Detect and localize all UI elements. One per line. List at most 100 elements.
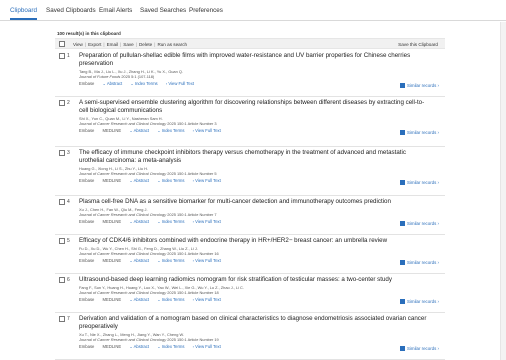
result-checkbox[interactable] — [59, 316, 65, 322]
result-number: 1 — [67, 53, 70, 59]
abstract-toggle[interactable]: ⌄ Abstract — [129, 344, 149, 349]
chevron-down-icon: ⌄ — [157, 219, 161, 225]
medline-tag: MEDLINE — [102, 128, 122, 134]
journal-citation: 2025 150:1 Article Number 7 — [166, 211, 217, 217]
view-full-text-link[interactable]: › View Full Text — [193, 297, 221, 302]
result-journal: Journal of Cancer Research and Clinical … — [79, 171, 217, 176]
result-checkbox[interactable] — [59, 277, 65, 283]
result-links: Embase MEDLINE ⌄ Abstract ⌄ Index Terms … — [79, 344, 228, 349]
view-full-text-link[interactable]: › View Full Text — [193, 219, 221, 224]
clipboard-toolbar: View | Export | Email | Save | Delete | Run as sea… — [55, 38, 445, 49]
embase-tag: Embase — [79, 297, 95, 303]
chevron-right-icon: › — [192, 258, 194, 264]
view-full-text-link[interactable]: › View Full Text — [193, 128, 221, 133]
result-item: 3 The efficacy of immune checkpoint inhi… — [55, 147, 445, 196]
journal-name[interactable]: Journal of Cancer Research and Clinical … — [79, 121, 166, 126]
similar-records-link[interactable]: Similar records › — [400, 299, 439, 304]
journal-name[interactable]: Journal of Cancer Research and Clinical … — [79, 251, 166, 256]
abstract-toggle[interactable]: ⌄ Abstract — [103, 81, 123, 86]
result-journal: Journal of Cancer Research and Clinical … — [79, 251, 219, 256]
journal-name[interactable]: Journal of Cancer Research and Clinical … — [79, 337, 166, 342]
delete-button[interactable]: Delete — [139, 42, 152, 47]
similar-records-link[interactable]: Similar records › — [400, 260, 439, 265]
journal-name[interactable]: Journal of Future Foods — [79, 74, 120, 79]
result-journal: Journal of Cancer Research and Clinical … — [79, 121, 217, 126]
journal-citation: 2025 150:1 Article Number 5 — [166, 170, 217, 176]
result-checkbox[interactable] — [59, 199, 65, 205]
index-terms-toggle[interactable]: ⌄ Index Terms — [157, 344, 184, 349]
similar-records-icon — [400, 130, 406, 136]
index-terms-toggle[interactable]: ⌄ Index Terms — [157, 297, 184, 302]
result-title[interactable]: Preparation of pullulan-shellac edible f… — [79, 52, 429, 68]
similar-records-link[interactable]: Similar records › — [400, 221, 439, 226]
similar-records-icon — [400, 221, 406, 227]
similar-records-link[interactable]: Similar records › — [400, 346, 439, 351]
chevron-right-icon: › — [437, 180, 439, 186]
journal-name[interactable]: Journal of Cancer Research and Clinical … — [79, 290, 166, 295]
abstract-toggle[interactable]: ⌄ Abstract — [129, 128, 149, 133]
result-checkbox[interactable] — [59, 100, 65, 106]
abstract-toggle[interactable]: ⌄ Abstract — [129, 297, 149, 302]
embase-tag: Embase — [79, 128, 95, 134]
view-full-text-link[interactable]: › View Full Text — [193, 258, 221, 263]
chevron-down-icon: ⌄ — [129, 344, 133, 350]
result-title[interactable]: Plasma cell-free DNA as a sensitive biom… — [79, 198, 429, 206]
tab-clipboard[interactable]: Clipboard — [10, 7, 37, 14]
results-count: 100 result(s) in this clipboard — [57, 31, 121, 36]
tab-preferences[interactable]: Preferences — [189, 7, 223, 14]
result-number: 2 — [67, 100, 70, 106]
save-button[interactable]: Save — [123, 42, 133, 47]
similar-records-icon — [400, 83, 406, 89]
similar-records-link[interactable]: Similar records › — [400, 180, 439, 185]
similar-records-icon — [400, 180, 406, 186]
index-terms-toggle[interactable]: ⌄ Index Terms — [157, 219, 184, 224]
export-button[interactable]: Export — [88, 42, 101, 47]
chevron-down-icon: ⌄ — [129, 219, 133, 225]
index-terms-toggle[interactable]: ⌄ Index Terms — [130, 81, 157, 86]
view-full-text-link[interactable]: › View Full Text — [193, 344, 221, 349]
result-title[interactable]: The efficacy of immune checkpoint inhibi… — [79, 149, 429, 165]
abstract-toggle[interactable]: ⌄ Abstract — [129, 219, 149, 224]
tab-email-alerts[interactable]: Email Alerts — [99, 7, 132, 14]
save-clipboard-button[interactable]: Save this Clipboard — [398, 42, 438, 47]
result-item: 4 Plasma cell-free DNA as a sensitive bi… — [55, 196, 445, 235]
similar-records-link[interactable]: Similar records › — [400, 83, 439, 88]
run-as-search-button[interactable]: Run as search — [157, 42, 187, 47]
result-checkbox[interactable] — [59, 150, 65, 156]
abstract-toggle[interactable]: ⌄ Abstract — [129, 258, 149, 263]
result-number: 7 — [67, 316, 70, 322]
index-terms-toggle[interactable]: ⌄ Index Terms — [157, 258, 184, 263]
embase-tag: Embase — [79, 258, 95, 264]
journal-name[interactable]: Journal of Cancer Research and Clinical … — [79, 171, 166, 176]
result-links: Embase MEDLINE ⌄ Abstract ⌄ Index Terms … — [79, 258, 228, 263]
view-button[interactable]: View — [73, 42, 83, 47]
similar-records-link[interactable]: Similar records › — [400, 130, 439, 135]
journal-name[interactable]: Journal of Cancer Research and Clinical … — [79, 212, 166, 217]
scrollbar[interactable] — [500, 22, 506, 360]
index-terms-toggle[interactable]: ⌄ Index Terms — [157, 128, 184, 133]
result-title[interactable]: Ultrasound-based deep learning radiomics… — [79, 276, 429, 284]
journal-citation: 2025 150:1 Article Number 18 — [166, 289, 219, 295]
journal-citation: 2025 150:1 Article Number 19 — [166, 336, 219, 342]
result-title[interactable]: Efficacy of CDK4/6 inhibitors combined w… — [79, 237, 429, 245]
result-title[interactable]: A semi-supervised ensemble clustering al… — [79, 99, 429, 115]
select-all-checkbox[interactable] — [59, 41, 65, 47]
journal-citation: 2025 150:1 Article Number 3 — [166, 120, 217, 126]
email-button[interactable]: Email — [107, 42, 119, 47]
result-checkbox[interactable] — [59, 238, 65, 244]
tab-bar: Clipboard Saved Clipboards Email Alerts … — [0, 0, 506, 21]
tab-saved-searches[interactable]: Saved Searches — [140, 7, 186, 14]
chevron-down-icon: ⌄ — [102, 81, 106, 87]
embase-tag: Embase — [79, 344, 95, 350]
chevron-right-icon: › — [437, 299, 439, 305]
result-checkbox[interactable] — [59, 53, 65, 59]
result-item: 5 Efficacy of CDK4/6 inhibitors combined… — [55, 235, 445, 274]
view-full-text-link[interactable]: › View Full Text — [166, 81, 194, 86]
index-terms-toggle[interactable]: ⌄ Index Terms — [157, 178, 184, 183]
abstract-toggle[interactable]: ⌄ Abstract — [129, 178, 149, 183]
chevron-right-icon: › — [192, 219, 194, 225]
view-full-text-link[interactable]: › View Full Text — [193, 178, 221, 183]
result-title[interactable]: Derivation and validation of a nomogram … — [79, 315, 429, 331]
tab-saved-clipboards[interactable]: Saved Clipboards — [46, 7, 96, 14]
result-journal: Journal of Cancer Research and Clinical … — [79, 290, 219, 295]
